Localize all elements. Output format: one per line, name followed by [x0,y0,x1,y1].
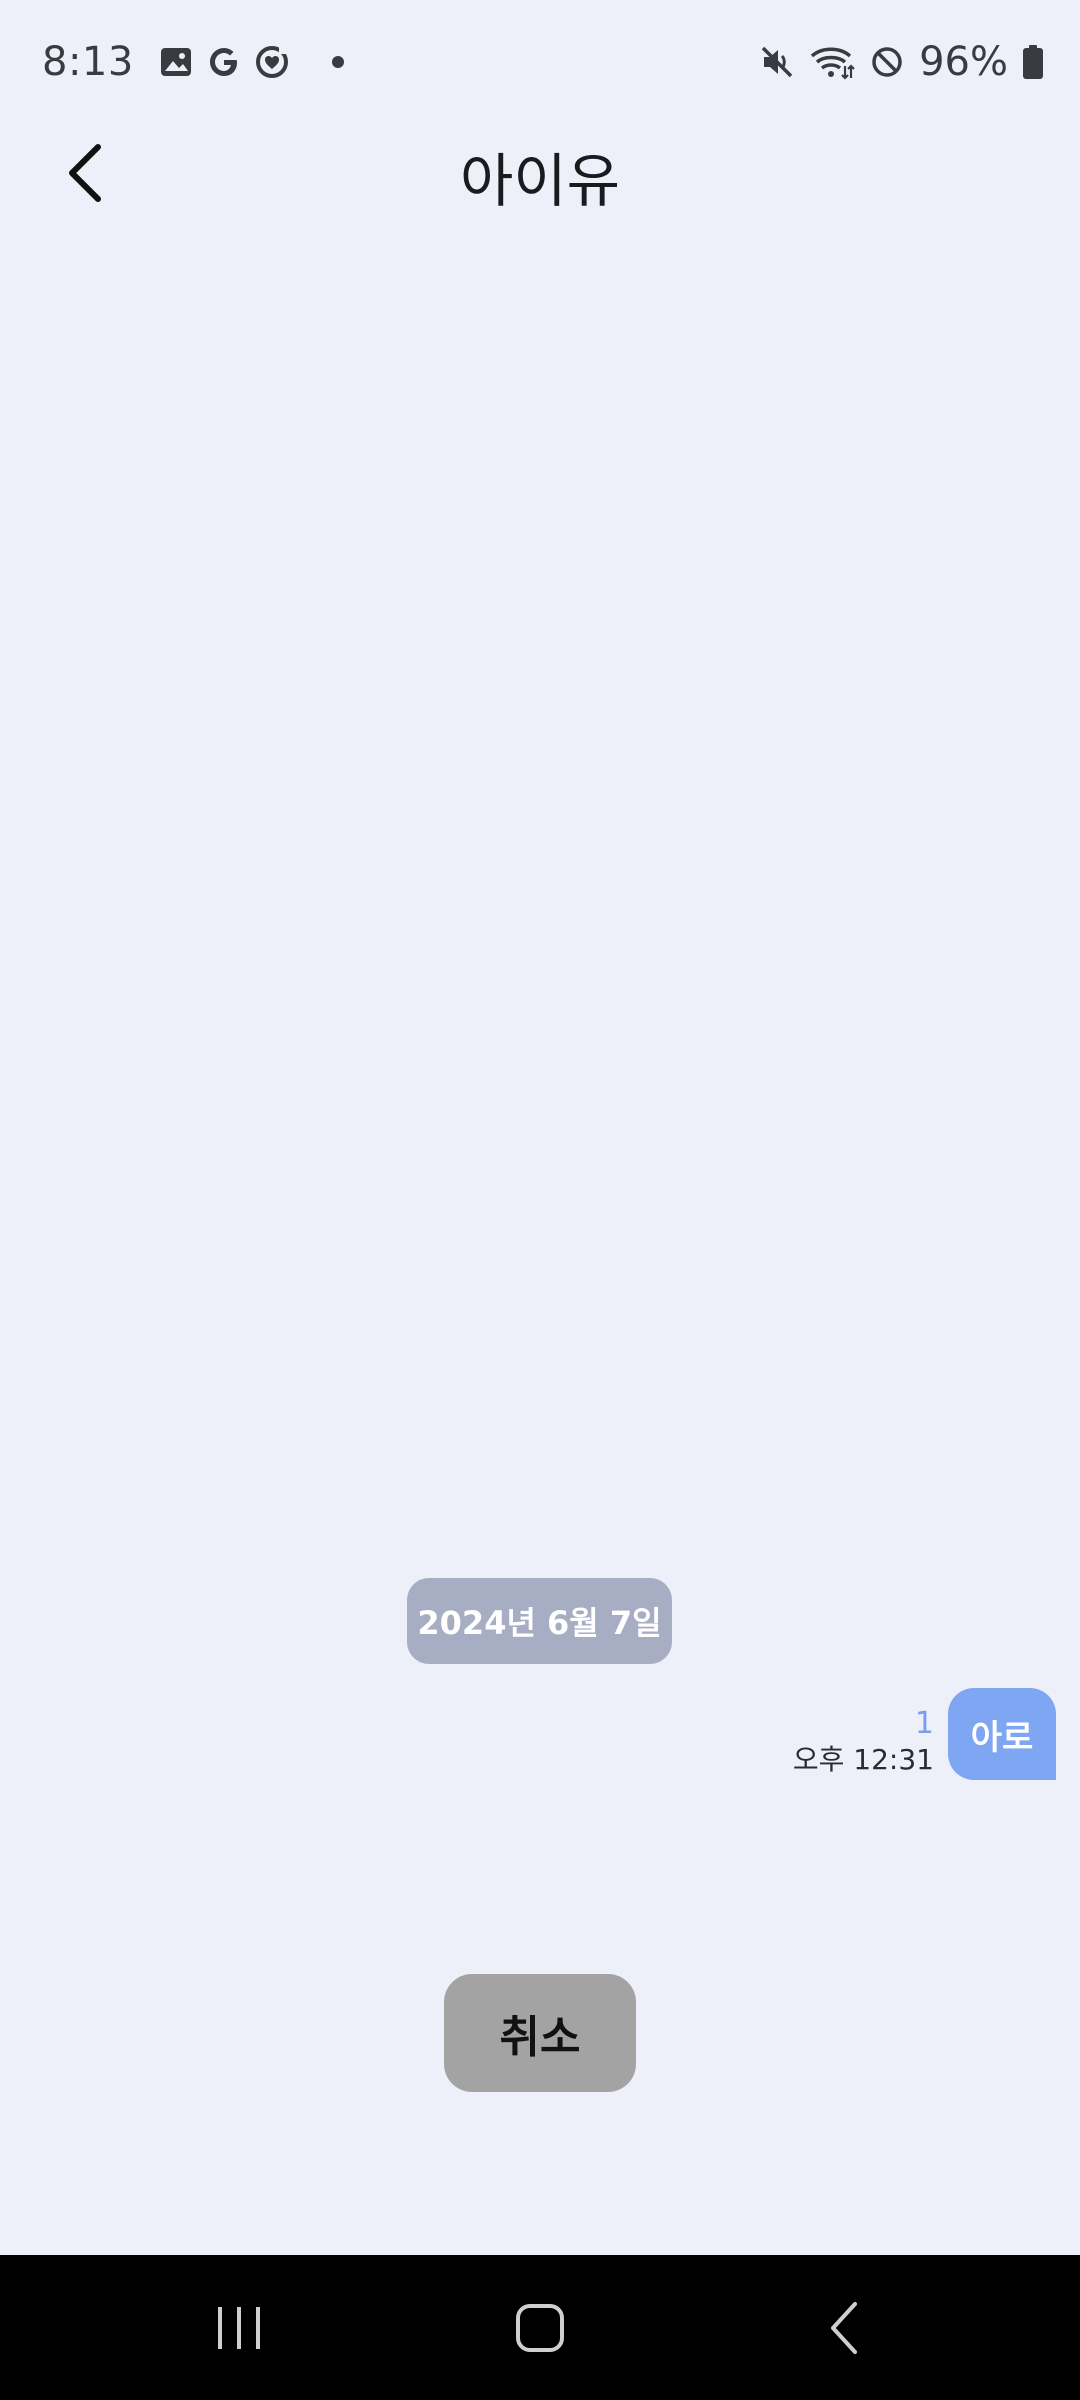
unread-count: 1 [914,1706,934,1741]
do-not-disturb-icon [869,44,905,80]
status-time: 8:13 [42,39,134,85]
message-time: 오후 12:31 [792,1743,934,1776]
recents-icon [214,2303,264,2357]
google-icon [206,44,242,80]
chat-header: 아이유 [0,120,1080,230]
page-title: 아이유 [459,147,621,215]
status-right: 96% [759,34,1044,90]
battery-percent: 96% [919,39,1008,85]
status-bar: 8:13 96% [0,0,1080,120]
back-icon [825,2300,865,2360]
message-row: 1 오후 12:31 아로 [793,1688,1056,1780]
home-button[interactable] [485,2285,595,2375]
dot-icon [331,56,344,68]
recents-button[interactable] [184,2285,294,2375]
heart-circle-icon [254,44,290,80]
battery-icon [1022,44,1044,80]
date-divider: 2024년 6월 7일 [407,1578,672,1664]
cancel-button[interactable]: 취소 [444,1974,636,2092]
message-bubble[interactable]: 아로 [948,1688,1056,1780]
nav-back-button[interactable] [790,2285,900,2375]
status-left: 8:13 [42,34,344,90]
message-meta: 1 오후 12:31 [793,1706,934,1778]
home-icon [514,2302,566,2358]
gallery-icon [158,44,194,80]
mute-icon [759,44,795,80]
wifi-icon [809,44,855,80]
navigation-bar [0,2255,1080,2400]
